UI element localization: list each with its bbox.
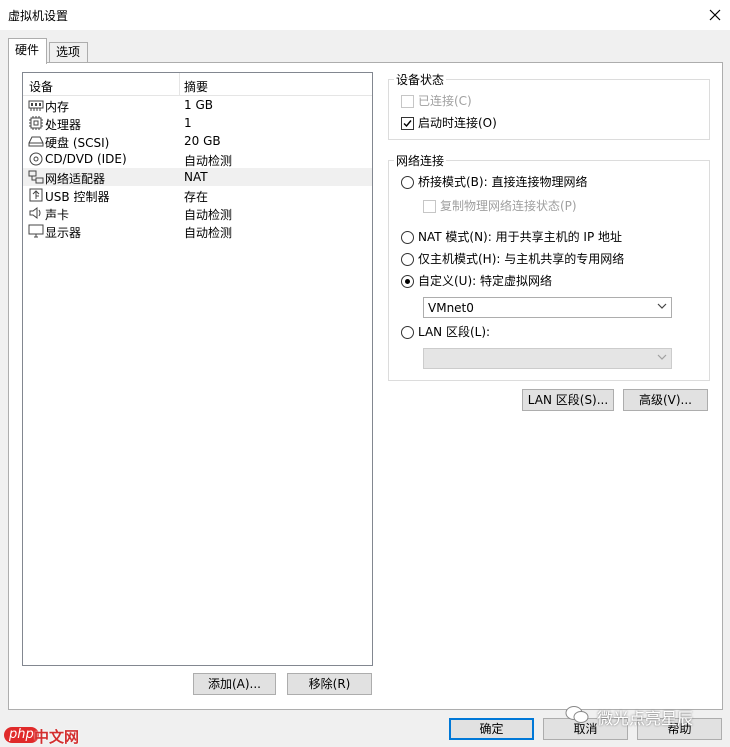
- device-status-title: 设备状态: [394, 71, 447, 88]
- add-device-button[interactable]: 添加(A)...: [193, 673, 276, 695]
- custom-radio[interactable]: 自定义(U): 特定虚拟网络: [401, 273, 601, 289]
- hard-disk-icon: [28, 136, 44, 147]
- device-row-hard-disk[interactable]: 硬盘 (SCSI) 20 GB: [23, 132, 372, 150]
- watermark-text: 微光点亮星辰: [597, 709, 694, 728]
- wechat-icon: [565, 706, 589, 723]
- connect-at-power-on-label: 启动时连接(O): [418, 116, 497, 130]
- device-row-processor[interactable]: 处理器 1: [23, 114, 372, 132]
- processor-icon: [29, 116, 43, 130]
- advanced-button[interactable]: 高级(V)...: [623, 389, 708, 411]
- radio-dot: [405, 279, 410, 284]
- device-name: 显示器: [45, 226, 82, 240]
- bridged-label: 桥接模式(B): 直接连接物理网络: [418, 175, 588, 189]
- sound-card-icon: [29, 207, 41, 219]
- device-list[interactable]: 设备 摘要 内存 1 GB 处理器 1 硬盘 (SCSI) 20 GB CD/D…: [22, 72, 373, 666]
- device-summary: 自动检测: [184, 226, 233, 240]
- connected-label: 已连接(C): [418, 94, 472, 108]
- radio-circle: [401, 176, 414, 189]
- device-name: 网络适配器: [45, 172, 106, 186]
- device-list-header: 设备 摘要: [23, 73, 372, 96]
- check-icon: [403, 120, 412, 128]
- display-icon: [28, 224, 44, 238]
- memory-icon: [28, 100, 44, 111]
- device-name: 声卡: [45, 208, 70, 222]
- device-summary: 20 GB: [184, 134, 221, 148]
- device-name: 内存: [45, 100, 70, 114]
- host-only-radio[interactable]: 仅主机模式(H): 与主机共享的专用网络: [401, 251, 661, 267]
- chevron-down-icon: [657, 354, 667, 360]
- device-summary: 自动检测: [184, 154, 233, 168]
- lan-segment-label: LAN 区段(L):: [418, 325, 491, 339]
- checkbox-box: [401, 95, 414, 108]
- tab-options[interactable]: 选项: [49, 42, 88, 63]
- connected-checkbox[interactable]: 已连接(C): [401, 93, 521, 109]
- lan-segment-select[interactable]: [423, 348, 672, 369]
- device-row-usb-controller[interactable]: USB 控制器 存在: [23, 186, 372, 204]
- device-name: CD/DVD (IDE): [45, 152, 127, 166]
- checkbox-box: [401, 117, 414, 130]
- device-name: 硬盘 (SCSI): [45, 136, 110, 150]
- title-bar: 虚拟机设置: [0, 0, 730, 30]
- radio-circle: [401, 275, 414, 288]
- lan-segments-button[interactable]: LAN 区段(S)...: [522, 389, 614, 411]
- column-header-summary[interactable]: 摘要: [184, 78, 208, 95]
- vmnet-select-value: VMnet0: [428, 301, 474, 315]
- vmnet-select[interactable]: VMnet0: [423, 297, 672, 318]
- device-row-display[interactable]: 显示器 自动检测: [23, 222, 372, 240]
- window-title: 虚拟机设置: [8, 9, 69, 23]
- network-adapter-icon: [28, 170, 44, 184]
- checkbox-box: [423, 200, 436, 213]
- remove-device-button[interactable]: 移除(R): [287, 673, 372, 695]
- tab-hardware[interactable]: 硬件: [8, 38, 47, 64]
- network-connection-title: 网络连接: [394, 152, 447, 169]
- device-row-sound-card[interactable]: 声卡 自动检测: [23, 204, 372, 222]
- bridged-radio[interactable]: 桥接模式(B): 直接连接物理网络: [401, 174, 641, 190]
- device-summary: 自动检测: [184, 208, 233, 222]
- device-row-memory[interactable]: 内存 1 GB: [23, 96, 372, 114]
- device-summary: 存在: [184, 190, 209, 204]
- device-row-network-adapter[interactable]: 网络适配器 NAT: [23, 168, 372, 186]
- lan-segment-radio[interactable]: LAN 区段(L):: [401, 324, 521, 340]
- device-name: 处理器: [45, 118, 82, 132]
- radio-circle: [401, 253, 414, 266]
- nat-label: NAT 模式(N): 用于共享主机的 IP 地址: [418, 230, 623, 244]
- device-row-cd-dvd[interactable]: CD/DVD (IDE) 自动检测: [23, 150, 372, 168]
- site-logo-text: 中文网: [34, 728, 80, 746]
- replicate-physical-state-checkbox[interactable]: 复制物理网络连接状态(P): [423, 198, 623, 214]
- replicate-physical-state-label: 复制物理网络连接状态(P): [440, 199, 577, 213]
- device-summary: 1: [184, 116, 192, 130]
- device-summary: NAT: [184, 170, 208, 184]
- device-name: USB 控制器: [45, 190, 110, 204]
- host-only-label: 仅主机模式(H): 与主机共享的专用网络: [418, 252, 625, 266]
- device-summary: 1 GB: [184, 98, 213, 112]
- cd-dvd-icon: [29, 152, 43, 166]
- radio-circle: [401, 231, 414, 244]
- column-header-device[interactable]: 设备: [29, 78, 53, 95]
- ok-button[interactable]: 确定: [449, 718, 534, 740]
- column-separator[interactable]: [179, 73, 180, 95]
- connect-at-power-on-checkbox[interactable]: 启动时连接(O): [401, 115, 521, 131]
- nat-radio[interactable]: NAT 模式(N): 用于共享主机的 IP 地址: [401, 229, 661, 245]
- close-icon: [709, 9, 721, 21]
- custom-label: 自定义(U): 特定虚拟网络: [418, 274, 553, 288]
- radio-circle: [401, 326, 414, 339]
- usb-icon: [29, 188, 43, 202]
- close-button[interactable]: [700, 0, 730, 30]
- chevron-down-icon: [657, 303, 667, 309]
